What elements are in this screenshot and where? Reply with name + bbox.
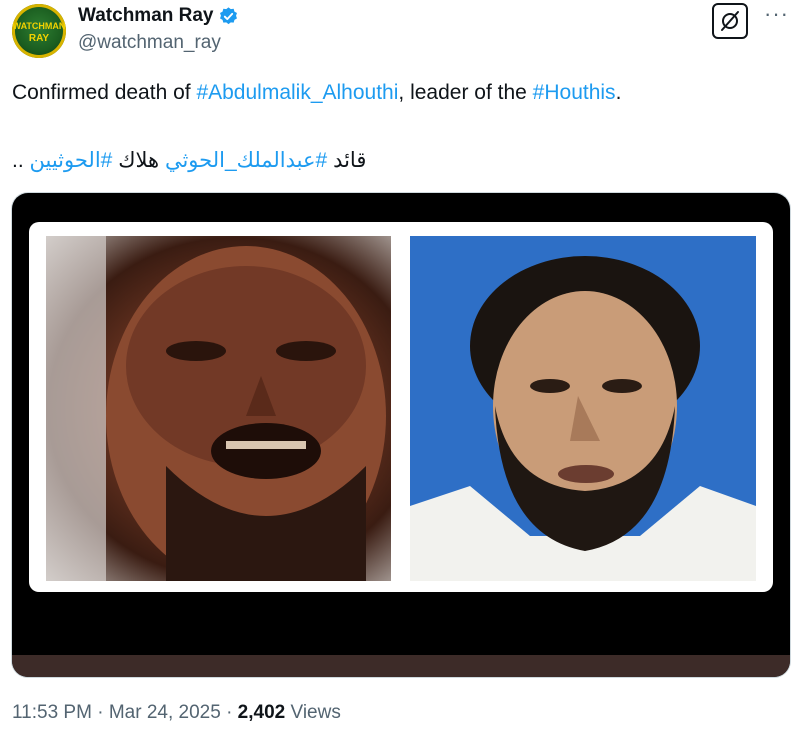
tweet-time[interactable]: 11:53 PM xyxy=(12,702,92,723)
tweet-text: , leader of the xyxy=(398,81,533,104)
media-photo-right xyxy=(410,236,756,581)
verified-badge-icon[interactable] xyxy=(218,6,239,27)
hashtag-link[interactable]: #Abdulmalik_Alhouthi xyxy=(196,81,398,104)
author-name-row: Watchman Ray xyxy=(78,4,239,28)
avatar[interactable]: WATCHMAN RAY xyxy=(12,4,66,58)
avatar-logo: WATCHMAN RAY xyxy=(13,21,66,44)
tweet-text: Confirmed death of xyxy=(12,81,197,104)
svg-text:RAY: RAY xyxy=(29,33,50,44)
meta-separator: · xyxy=(97,702,104,723)
hashtag-link[interactable]: #الحوثيين xyxy=(30,149,113,172)
tweet-date[interactable]: Mar 24, 2025 xyxy=(109,702,221,723)
views-count[interactable]: 2,402 xyxy=(238,702,286,723)
hashtag-link[interactable]: #Houthis xyxy=(533,81,616,104)
tweet-text: .. xyxy=(12,149,24,172)
tweet-meta: 11:53 PM · Mar 24, 2025 · 2,402 Views xyxy=(12,702,341,724)
tweet-text-line2: قائد #عبدالملك_الحوثي هلاك #الحوثيين .. xyxy=(12,147,366,175)
tweet-text: هلاك xyxy=(118,149,160,172)
media-photo-left xyxy=(46,236,391,581)
grok-icon xyxy=(721,11,739,31)
views-label: Views xyxy=(290,702,341,723)
media-bottom-strip xyxy=(12,655,790,677)
meta-separator: · xyxy=(226,702,233,723)
more-options-icon[interactable]: ··· xyxy=(764,3,789,25)
svg-text:WATCHMAN: WATCHMAN xyxy=(13,21,66,31)
author-display-name[interactable]: Watchman Ray xyxy=(78,4,214,28)
tweet-text: . xyxy=(615,81,622,104)
hashtag-link[interactable]: #عبدالملك_الحوثي xyxy=(165,149,327,172)
tweet-text-line1: Confirmed death of #Abdulmalik_Alhouthi,… xyxy=(12,80,621,106)
tweet-text: قائد xyxy=(333,149,367,172)
author-handle[interactable]: @watchman_ray xyxy=(78,32,221,54)
tweet-media[interactable] xyxy=(12,193,790,677)
grok-button[interactable] xyxy=(712,3,748,39)
